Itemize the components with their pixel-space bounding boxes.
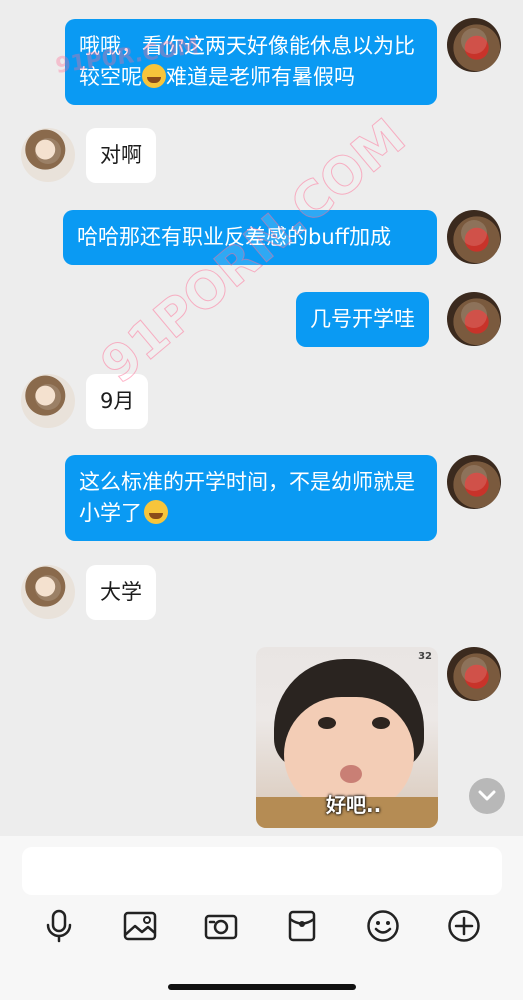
- chat-message-list[interactable]: 哦哦，看你这两天好像能休息以为比较空呢 难道是老师有暑假吗 对啊 哈哈那还有职业反…: [0, 0, 523, 836]
- message-text: 9月: [100, 389, 135, 413]
- plus-icon: [448, 910, 480, 942]
- red-packet-icon: [288, 910, 316, 942]
- home-indicator: [168, 984, 356, 990]
- image-button[interactable]: [118, 904, 162, 948]
- smiley-icon: [367, 910, 399, 942]
- message-text: 对啊: [100, 143, 142, 167]
- my-avatar[interactable]: [447, 647, 501, 701]
- scroll-to-bottom-button[interactable]: [469, 778, 505, 814]
- sticker-eye: [372, 717, 390, 729]
- more-button[interactable]: [442, 904, 486, 948]
- contact-avatar[interactable]: [21, 374, 75, 428]
- chevron-down-icon: [478, 790, 496, 801]
- message-text: 几号开学哇: [310, 307, 415, 331]
- message-bubble-outgoing[interactable]: 这么标准的开学时间，不是幼师就是小学了: [65, 455, 437, 541]
- message-text: 难道是老师有暑假吗: [166, 65, 355, 89]
- grin-sweat-emoji-icon: [142, 64, 166, 88]
- message-bubble-outgoing[interactable]: 哈哈那还有职业反差感的buff加成: [63, 210, 437, 265]
- input-panel: [0, 836, 523, 1000]
- message-bubble-incoming[interactable]: 对啊: [86, 128, 156, 183]
- sticker-caption: 好吧..: [326, 793, 382, 817]
- red-packet-button[interactable]: [280, 904, 324, 948]
- camera-icon: [204, 914, 238, 940]
- my-avatar[interactable]: [447, 455, 501, 509]
- message-text: 哈哈那还有职业反差感的buff加成: [77, 225, 392, 249]
- thinking-emoji-icon: [144, 500, 168, 524]
- message-bubble-outgoing[interactable]: 几号开学哇: [296, 292, 429, 347]
- sticker-tag: 32: [418, 651, 432, 662]
- message-input[interactable]: [22, 847, 502, 895]
- sticker-eye: [318, 717, 336, 729]
- message-bubble-incoming[interactable]: 9月: [86, 374, 149, 429]
- my-avatar[interactable]: [447, 292, 501, 346]
- contact-avatar[interactable]: [21, 128, 75, 182]
- sticker-mouth: [340, 765, 362, 783]
- emoji-button[interactable]: [361, 904, 405, 948]
- message-bubble-incoming[interactable]: 大学: [86, 565, 156, 620]
- voice-button[interactable]: [37, 904, 81, 948]
- message-text: 这么标准的开学时间，不是幼师就是小学了: [79, 470, 415, 525]
- message-bubble-outgoing[interactable]: 哦哦，看你这两天好像能休息以为比较空呢 难道是老师有暑假吗: [65, 19, 437, 105]
- my-avatar[interactable]: [447, 18, 501, 72]
- camera-button[interactable]: [199, 904, 243, 948]
- message-text: 大学: [100, 580, 142, 604]
- my-avatar[interactable]: [447, 210, 501, 264]
- microphone-icon: [46, 909, 72, 943]
- image-icon: [123, 911, 157, 941]
- contact-avatar[interactable]: [21, 565, 75, 619]
- sticker-message[interactable]: 好吧.. 32: [256, 647, 438, 828]
